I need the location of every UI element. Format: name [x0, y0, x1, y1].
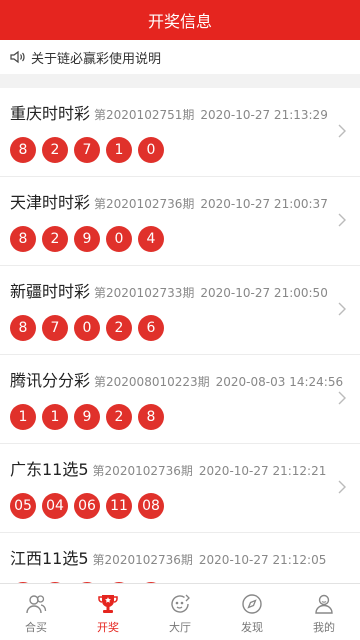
number-balls: 1 1 9 2 8	[10, 404, 360, 430]
draw-time: 2020-10-27 21:13:29	[200, 108, 328, 122]
number-ball: 1	[42, 404, 68, 430]
lobby-icon	[171, 594, 190, 613]
bottom-tab-bar: 合买 开奖 大厅 发现 我的	[0, 583, 360, 640]
number-ball: 8	[10, 137, 36, 163]
chevron-right-icon	[338, 302, 346, 316]
draw-time: 2020-10-27 21:12:21	[198, 464, 327, 478]
tab-profile[interactable]: 我的	[288, 584, 360, 640]
number-ball: 8	[138, 404, 164, 430]
lottery-name: 重庆时时彩	[10, 104, 91, 123]
app: 开奖信息 关于链必赢彩使用说明 重庆时时彩 第2020102751期 2020-…	[0, 0, 360, 640]
lottery-name: 江西11选5	[10, 549, 89, 568]
draw-time: 2020-10-27 21:00:37	[200, 197, 328, 211]
tab-label: 开奖	[97, 621, 119, 634]
notice-text: 关于链必赢彩使用说明	[31, 51, 162, 67]
number-ball: 11	[106, 493, 132, 519]
number-ball: 2	[42, 137, 68, 163]
number-balls: 8 2 9 0 4	[10, 226, 360, 252]
number-ball: 2	[106, 404, 132, 430]
lottery-name: 新疆时时彩	[10, 282, 91, 301]
issue-number: 第2020102736期	[94, 197, 195, 211]
lottery-card-0[interactable]: 重庆时时彩 第2020102751期 2020-10-27 21:13:29 8…	[0, 88, 360, 177]
lottery-name: 天津时时彩	[10, 193, 91, 212]
number-ball: 1	[106, 137, 132, 163]
tab-group-buy[interactable]: 合买	[0, 584, 72, 640]
number-ball: 7	[42, 315, 68, 341]
tab-lottery-results[interactable]: 开奖	[72, 584, 144, 640]
number-ball: 2	[42, 226, 68, 252]
number-ball: 0	[138, 137, 164, 163]
lottery-name: 广东11选5	[10, 460, 89, 479]
number-balls: 8 7 0 2 6	[10, 315, 360, 341]
tab-discover[interactable]: 发现	[216, 584, 288, 640]
draw-time: 2020-10-27 21:00:50	[200, 286, 328, 300]
compass-icon	[242, 594, 262, 614]
tab-label: 发现	[241, 621, 263, 634]
chevron-right-icon	[338, 391, 346, 405]
trophy-icon	[98, 595, 118, 613]
lottery-card-1[interactable]: 天津时时彩 第2020102736期 2020-10-27 21:00:37 8…	[0, 177, 360, 266]
draw-time: 2020-08-03 14:24:56	[215, 375, 344, 389]
number-ball: 08	[138, 493, 164, 519]
lottery-list: 重庆时时彩 第2020102751期 2020-10-27 21:13:29 8…	[0, 88, 360, 583]
notice-bar[interactable]: 关于链必赢彩使用说明	[0, 40, 360, 74]
lottery-card-2[interactable]: 新疆时时彩 第2020102733期 2020-10-27 21:00:50 8…	[0, 266, 360, 355]
tab-label: 合买	[25, 621, 47, 634]
issue-number: 第2020102751期	[94, 108, 195, 122]
tab-label: 大厅	[169, 621, 191, 634]
number-ball: 9	[74, 226, 100, 252]
number-ball: 0	[74, 315, 100, 341]
number-balls: 8 2 7 1 0	[10, 137, 360, 163]
chevron-right-icon	[338, 213, 346, 227]
lottery-card-5[interactable]: 江西11选5 第2020102736期 2020-10-27 21:12:05	[0, 533, 360, 583]
number-ball: 7	[74, 137, 100, 163]
number-ball: 9	[74, 404, 100, 430]
number-ball: 06	[74, 493, 100, 519]
lottery-card-3[interactable]: 腾讯分分彩 第202008010223期 2020-08-03 14:24:56…	[0, 355, 360, 444]
number-ball: 05	[10, 493, 36, 519]
lottery-card-4[interactable]: 广东11选5 第2020102736期 2020-10-27 21:12:21 …	[0, 444, 360, 533]
group-buy-icon	[26, 595, 47, 614]
number-ball: 8	[10, 315, 36, 341]
number-ball: 0	[106, 226, 132, 252]
number-ball: 1	[10, 404, 36, 430]
tab-lobby[interactable]: 大厅	[144, 584, 216, 640]
lottery-name: 腾讯分分彩	[10, 371, 91, 390]
speaker-icon	[10, 50, 25, 64]
chevron-right-icon	[338, 124, 346, 138]
number-ball: 4	[138, 226, 164, 252]
issue-number: 第2020102736期	[92, 553, 193, 567]
user-icon	[315, 594, 333, 614]
number-ball: 8	[10, 226, 36, 252]
number-ball: 04	[42, 493, 68, 519]
issue-number: 第2020102733期	[94, 286, 195, 300]
draw-time: 2020-10-27 21:12:05	[198, 553, 327, 567]
issue-number: 第2020102736期	[92, 464, 193, 478]
header: 开奖信息	[0, 0, 360, 40]
page-title: 开奖信息	[147, 12, 212, 31]
number-ball: 2	[106, 315, 132, 341]
chevron-right-icon	[338, 480, 346, 494]
number-ball: 6	[138, 315, 164, 341]
issue-number: 第202008010223期	[94, 375, 210, 389]
tab-label: 我的	[313, 621, 335, 634]
number-balls: 05 04 06 11 08	[10, 493, 360, 519]
